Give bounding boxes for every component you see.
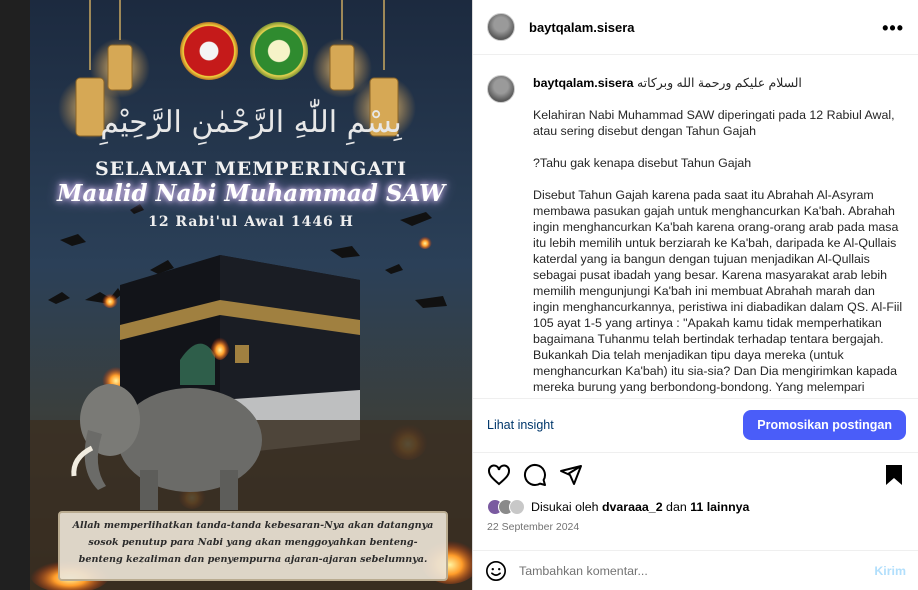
- action-bar: [473, 452, 918, 496]
- school-logo-red: [180, 22, 238, 80]
- comment-greeting: السلام عليكم ورحمة الله وبركاته: [637, 76, 802, 90]
- post-comment-button[interactable]: Kirim: [874, 564, 906, 578]
- promote-post-button[interactable]: Promosikan postingan: [743, 410, 906, 440]
- avatar: [509, 499, 525, 515]
- comment-icon[interactable]: [523, 463, 547, 487]
- post-modal: بِسْمِ اللّٰهِ الرَّحْمٰنِ الرَّحِيْمِ S…: [0, 0, 918, 590]
- comment-username[interactable]: baytqalam.sisera: [533, 76, 634, 90]
- caption-comment: baytqalam.sisera السلام عليكم ورحمة الله…: [473, 55, 918, 398]
- poster-title: Maulid Nabi Muhammad SAW: [56, 180, 445, 207]
- caption-paragraph-3: Disebut Tahun Gajah karena pada saat itu…: [533, 188, 906, 394]
- caption-paragraph-1: Kelahiran Nabi Muhammad SAW diperingati …: [533, 108, 899, 138]
- liker-username[interactable]: dvaraaa_2: [602, 500, 663, 514]
- basmala-text: بِسْمِ اللّٰهِ الرَّحْمٰنِ الرَّحِيْمِ: [100, 105, 402, 140]
- post-image[interactable]: بِسْمِ اللّٰهِ الرَّحْمٰنِ الرَّحِيْمِ S…: [30, 0, 472, 590]
- heart-icon[interactable]: [487, 463, 511, 487]
- school-logo-green: [250, 22, 308, 80]
- comment-input[interactable]: [519, 563, 875, 578]
- likes-conj: dan: [666, 500, 687, 514]
- avatar[interactable]: [487, 75, 515, 103]
- poster-date: 12 Rabi'ul Awal 1446 H: [148, 214, 354, 230]
- insight-row: Lihat insight Promosikan postingan: [487, 410, 906, 440]
- post-header: baytqalam.sisera •••: [473, 0, 918, 55]
- liker-avatars: [487, 499, 525, 515]
- caption-paragraph-2: ?Tahu gak kenapa disebut Tahun Gajah: [533, 156, 752, 170]
- add-comment-bar: Kirim: [473, 550, 918, 590]
- likes-prefix: Disukai oleh: [531, 500, 599, 514]
- avatar[interactable]: [487, 13, 515, 41]
- post-sidebar: baytqalam.sisera ••• baytqalam.sisera ال…: [472, 0, 918, 590]
- view-insights-link[interactable]: Lihat insight: [487, 418, 554, 432]
- backdrop: [0, 0, 30, 590]
- likes-summary: Disukai oleh dvaraaa_2 dan 11 lainnya: [487, 499, 749, 515]
- bookmark-icon[interactable]: [882, 463, 906, 487]
- poster-heading: SELAMAT MEMPERINGATI: [94, 158, 408, 180]
- share-icon[interactable]: [559, 463, 583, 487]
- post-date[interactable]: 22 September 2024: [487, 521, 579, 533]
- likes-others-link[interactable]: 11 lainnya: [690, 500, 749, 514]
- emoji-icon[interactable]: [485, 560, 507, 582]
- poster-art: [30, 0, 472, 590]
- poster-caption: Allah memperlihatkan tanda-tanda kebesar…: [58, 511, 448, 581]
- header-username[interactable]: baytqalam.sisera: [529, 20, 635, 35]
- more-options-icon[interactable]: •••: [882, 18, 904, 39]
- divider: [473, 398, 918, 399]
